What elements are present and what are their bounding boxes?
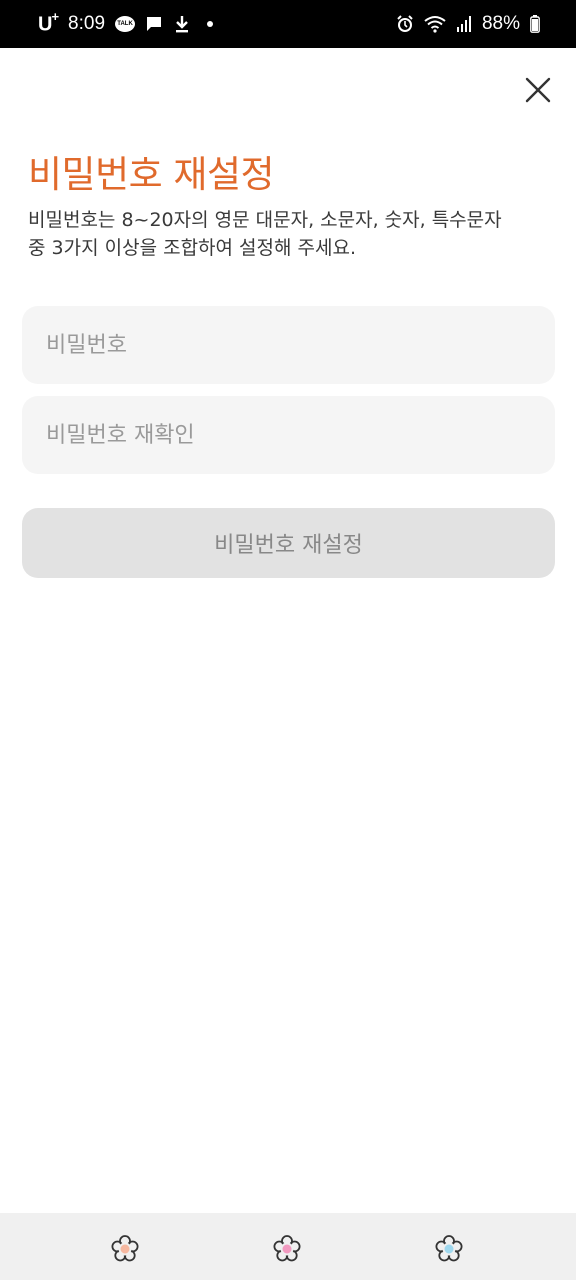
download-icon bbox=[176, 16, 189, 33]
carrier-label: U+ bbox=[38, 9, 59, 36]
bottom-nav-bar bbox=[0, 1213, 576, 1280]
flower-icon bbox=[111, 1235, 139, 1262]
wifi-icon bbox=[424, 16, 446, 33]
description-line-2: 중 3가지 이상을 조합하여 설정해 주세요. bbox=[28, 237, 357, 259]
status-bar-right: 88% bbox=[396, 13, 540, 35]
message-icon bbox=[147, 17, 162, 31]
status-time: 8:09 bbox=[68, 13, 106, 34]
description-line-1: 비밀번호는 8~20자의 영문 대문자, 소문자, 숫자, 특수문자 bbox=[28, 209, 502, 231]
signal-icon bbox=[456, 16, 471, 32]
status-bar-left: U+ 8:09 TALK bbox=[38, 9, 214, 37]
close-icon bbox=[525, 77, 551, 103]
dot-icon bbox=[207, 21, 214, 27]
alarm-icon bbox=[397, 15, 413, 32]
battery-percent: 88% bbox=[481, 13, 520, 34]
page-title: 비밀번호 재설정 bbox=[28, 153, 275, 196]
nav-button-home[interactable] bbox=[271, 1233, 303, 1265]
flower-icon bbox=[435, 1235, 463, 1262]
close-button[interactable] bbox=[522, 74, 554, 106]
battery-icon bbox=[530, 15, 540, 33]
page-description: 비밀번호는 8~20자의 영문 대문자, 소문자, 숫자, 특수문자 중 3가지… bbox=[28, 206, 558, 262]
flower-icon bbox=[273, 1235, 301, 1262]
nav-button-recent[interactable] bbox=[109, 1233, 141, 1265]
reset-password-button[interactable]: 비밀번호 재설정 bbox=[22, 508, 555, 578]
nav-button-back[interactable] bbox=[433, 1233, 465, 1265]
password-input[interactable] bbox=[22, 306, 555, 384]
talk-icon: TALK bbox=[115, 16, 136, 32]
password-confirm-input[interactable] bbox=[22, 396, 555, 474]
status-bar: U+ 8:09 TALK 88% bbox=[0, 0, 576, 48]
